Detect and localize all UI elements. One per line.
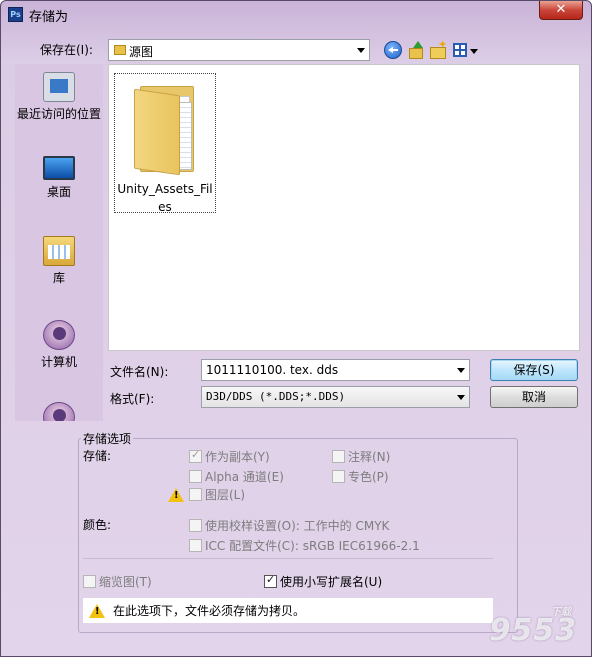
lowercase-extension-checkbox[interactable]: 使用小写扩展名(U) (264, 573, 382, 590)
place-network[interactable] (15, 402, 103, 421)
desktop-icon (43, 156, 75, 180)
notice-text: 在此选项下，文件必须存储为拷贝。 (113, 604, 306, 618)
checkbox[interactable] (332, 450, 345, 463)
computer-icon (43, 320, 75, 350)
divider (83, 558, 493, 559)
layers-checkbox[interactable]: 图层(L) (168, 486, 245, 503)
copy-notice: 在此选项下，文件必须存储为拷贝。 (83, 598, 493, 623)
close-button[interactable]: ✕ (539, 1, 583, 20)
place-label: 最近访问的位置 (17, 107, 102, 121)
photoshop-app-icon: Ps (8, 7, 23, 22)
place-recent[interactable]: 最近访问的位置 (15, 72, 103, 123)
alpha-checkbox[interactable]: Alpha 通道(E) (189, 468, 284, 485)
warning-icon (168, 487, 184, 502)
notes-checkbox[interactable]: 注释(N) (332, 448, 390, 465)
as-copy-checkbox[interactable]: 作为副本(Y) (189, 448, 270, 465)
place-library[interactable]: 库 (15, 236, 103, 286)
filename-label: 文件名(N): (110, 365, 169, 379)
checkbox[interactable] (189, 448, 202, 463)
format-label: 格式(F): (110, 392, 155, 406)
save-in-label: 保存在(I): (40, 43, 93, 57)
checkbox[interactable] (189, 519, 202, 532)
up-folder-icon[interactable] (407, 41, 425, 59)
new-folder-icon[interactable] (429, 38, 447, 59)
color-label: 颜色: (83, 518, 112, 532)
proof-setup-checkbox[interactable]: 使用校样设置(O): 工作中的 CMYK (189, 517, 389, 534)
checkbox[interactable] (332, 470, 345, 483)
storage-label: 存储: (83, 449, 112, 463)
places-bar: 最近访问的位置 桌面 库 计算机 (15, 64, 103, 421)
folder-item[interactable]: Unity_Assets_Files (114, 73, 216, 214)
filename-input[interactable]: 1011110100. tex. dds (201, 359, 470, 381)
save-in-combo[interactable]: 源图 (108, 39, 370, 61)
folder-name: Unity_Assets_Files (117, 182, 213, 214)
folder-icon (114, 45, 126, 55)
place-label: 计算机 (40, 355, 77, 369)
save-as-dialog: Ps 存储为 ✕ 保存在(I): 源图 最近访问的位置 桌面 库 计算机 (0, 0, 592, 657)
view-menu-icon[interactable] (453, 41, 479, 59)
format-value: D3D/DDS (*.DDS;*.DDS) (206, 390, 346, 403)
cancel-button[interactable]: 取消 (490, 386, 578, 408)
checkbox[interactable] (83, 575, 96, 588)
format-select[interactable]: D3D/DDS (*.DDS;*.DDS) (201, 386, 470, 408)
icc-profile-checkbox[interactable]: ICC 配置文件(C): sRGB IEC61966-2.1 (189, 537, 420, 554)
place-desktop[interactable]: 桌面 (15, 156, 103, 200)
dialog-title: 存储为 (29, 10, 69, 25)
place-computer[interactable]: 计算机 (15, 320, 103, 370)
warning-icon (89, 603, 105, 618)
save-button[interactable]: 保存(S) (490, 359, 578, 381)
back-arrow-icon[interactable] (384, 41, 402, 59)
place-label: 库 (52, 271, 65, 285)
recent-places-icon (43, 72, 75, 102)
network-icon (43, 402, 75, 421)
chevron-down-icon (457, 395, 465, 400)
site-watermark: 9553 下载 (489, 607, 577, 648)
library-icon (43, 236, 75, 266)
chevron-down-icon (357, 48, 365, 53)
checkbox[interactable] (189, 470, 202, 483)
file-list[interactable]: Unity_Assets_Files (108, 64, 580, 351)
filename-value: 1011110100. tex. dds (206, 363, 339, 377)
chevron-down-icon[interactable] (457, 368, 465, 373)
spot-color-checkbox[interactable]: 专色(P) (332, 468, 389, 485)
place-label: 桌面 (46, 185, 71, 199)
folder-icon (134, 80, 196, 176)
checkbox[interactable] (189, 488, 202, 501)
checkbox[interactable] (264, 573, 277, 588)
thumbnail-checkbox[interactable]: 缩览图(T) (83, 573, 152, 590)
checkbox[interactable] (189, 539, 202, 552)
save-in-value: 源图 (129, 45, 154, 59)
save-options-title: 存储选项 (81, 430, 134, 447)
title-bar[interactable]: Ps 存储为 ✕ (1, 1, 591, 27)
